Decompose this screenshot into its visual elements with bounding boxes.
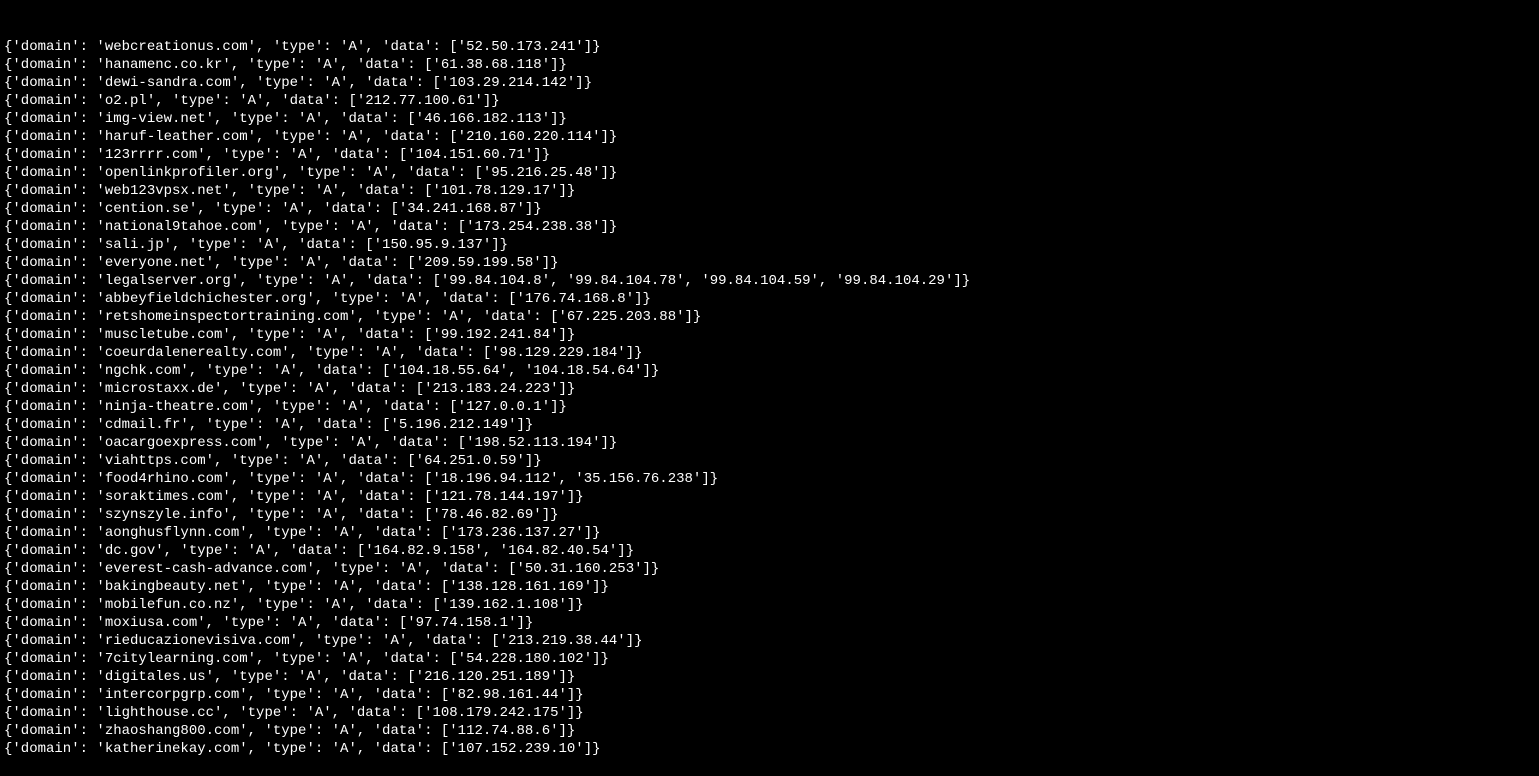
dns-record-line: {'domain': 'cdmail.fr', 'type': 'A', 'da… [4, 416, 1535, 434]
dns-record-line: {'domain': 'everyone.net', 'type': 'A', … [4, 254, 1535, 272]
dns-record-line: {'domain': 'digitales.us', 'type': 'A', … [4, 668, 1535, 686]
dns-record-line: {'domain': 'coeurdalenerealty.com', 'typ… [4, 344, 1535, 362]
dns-record-line: {'domain': 'szynszyle.info', 'type': 'A'… [4, 506, 1535, 524]
dns-record-line: {'domain': 'ninja-theatre.com', 'type': … [4, 398, 1535, 416]
dns-record-line: {'domain': 'soraktimes.com', 'type': 'A'… [4, 488, 1535, 506]
dns-record-line: {'domain': 'katherinekay.com', 'type': '… [4, 740, 1535, 758]
dns-record-line: {'domain': 'abbeyfieldchichester.org', '… [4, 290, 1535, 308]
dns-record-line: {'domain': 'sali.jp', 'type': 'A', 'data… [4, 236, 1535, 254]
dns-record-line: {'domain': 'web123vpsx.net', 'type': 'A'… [4, 182, 1535, 200]
dns-record-line: {'domain': 'cention.se', 'type': 'A', 'd… [4, 200, 1535, 218]
dns-record-line: {'domain': 'food4rhino.com', 'type': 'A'… [4, 470, 1535, 488]
dns-record-line: {'domain': '123rrrr.com', 'type': 'A', '… [4, 146, 1535, 164]
dns-record-line: {'domain': 'muscletube.com', 'type': 'A'… [4, 326, 1535, 344]
dns-record-line: {'domain': 'viahttps.com', 'type': 'A', … [4, 452, 1535, 470]
dns-record-line: {'domain': 'legalserver.org', 'type': 'A… [4, 272, 1535, 290]
dns-record-line: {'domain': 'o2.pl', 'type': 'A', 'data':… [4, 92, 1535, 110]
dns-record-line: {'domain': 'dewi-sandra.com', 'type': 'A… [4, 74, 1535, 92]
terminal-output[interactable]: {'domain': 'webcreationus.com', 'type': … [0, 0, 1539, 776]
dns-record-line: {'domain': 'retshomeinspectortraining.co… [4, 308, 1535, 326]
dns-record-line: {'domain': 'national9tahoe.com', 'type':… [4, 218, 1535, 236]
dns-record-line: {'domain': 'dc.gov', 'type': 'A', 'data'… [4, 542, 1535, 560]
dns-record-line: {'domain': 'moxiusa.com', 'type': 'A', '… [4, 614, 1535, 632]
dns-record-line: {'domain': 'rieducazionevisiva.com', 'ty… [4, 632, 1535, 650]
dns-record-line: {'domain': 'ngchk.com', 'type': 'A', 'da… [4, 362, 1535, 380]
dns-record-line: {'domain': 'aonghusflynn.com', 'type': '… [4, 524, 1535, 542]
dns-record-line: {'domain': 'bakingbeauty.net', 'type': '… [4, 578, 1535, 596]
dns-record-line: {'domain': 'mobilefun.co.nz', 'type': 'A… [4, 596, 1535, 614]
dns-record-line: {'domain': 'zhaoshang800.com', 'type': '… [4, 722, 1535, 740]
dns-record-line: {'domain': 'hanamenc.co.kr', 'type': 'A'… [4, 56, 1535, 74]
dns-record-line: {'domain': 'img-view.net', 'type': 'A', … [4, 110, 1535, 128]
dns-record-line: {'domain': 'lighthouse.cc', 'type': 'A',… [4, 704, 1535, 722]
dns-record-line: {'domain': 'webcreationus.com', 'type': … [4, 38, 1535, 56]
dns-record-line: {'domain': 'oacargoexpress.com', 'type':… [4, 434, 1535, 452]
dns-record-line: {'domain': 'openlinkprofiler.org', 'type… [4, 164, 1535, 182]
dns-record-line: {'domain': 'everest-cash-advance.com', '… [4, 560, 1535, 578]
dns-record-line: {'domain': 'microstaxx.de', 'type': 'A',… [4, 380, 1535, 398]
dns-record-line: {'domain': 'intercorpgrp.com', 'type': '… [4, 686, 1535, 704]
dns-record-line: {'domain': 'haruf-leather.com', 'type': … [4, 128, 1535, 146]
dns-records-output: {'domain': 'webcreationus.com', 'type': … [4, 38, 1535, 758]
dns-record-line: {'domain': '7citylearning.com', 'type': … [4, 650, 1535, 668]
